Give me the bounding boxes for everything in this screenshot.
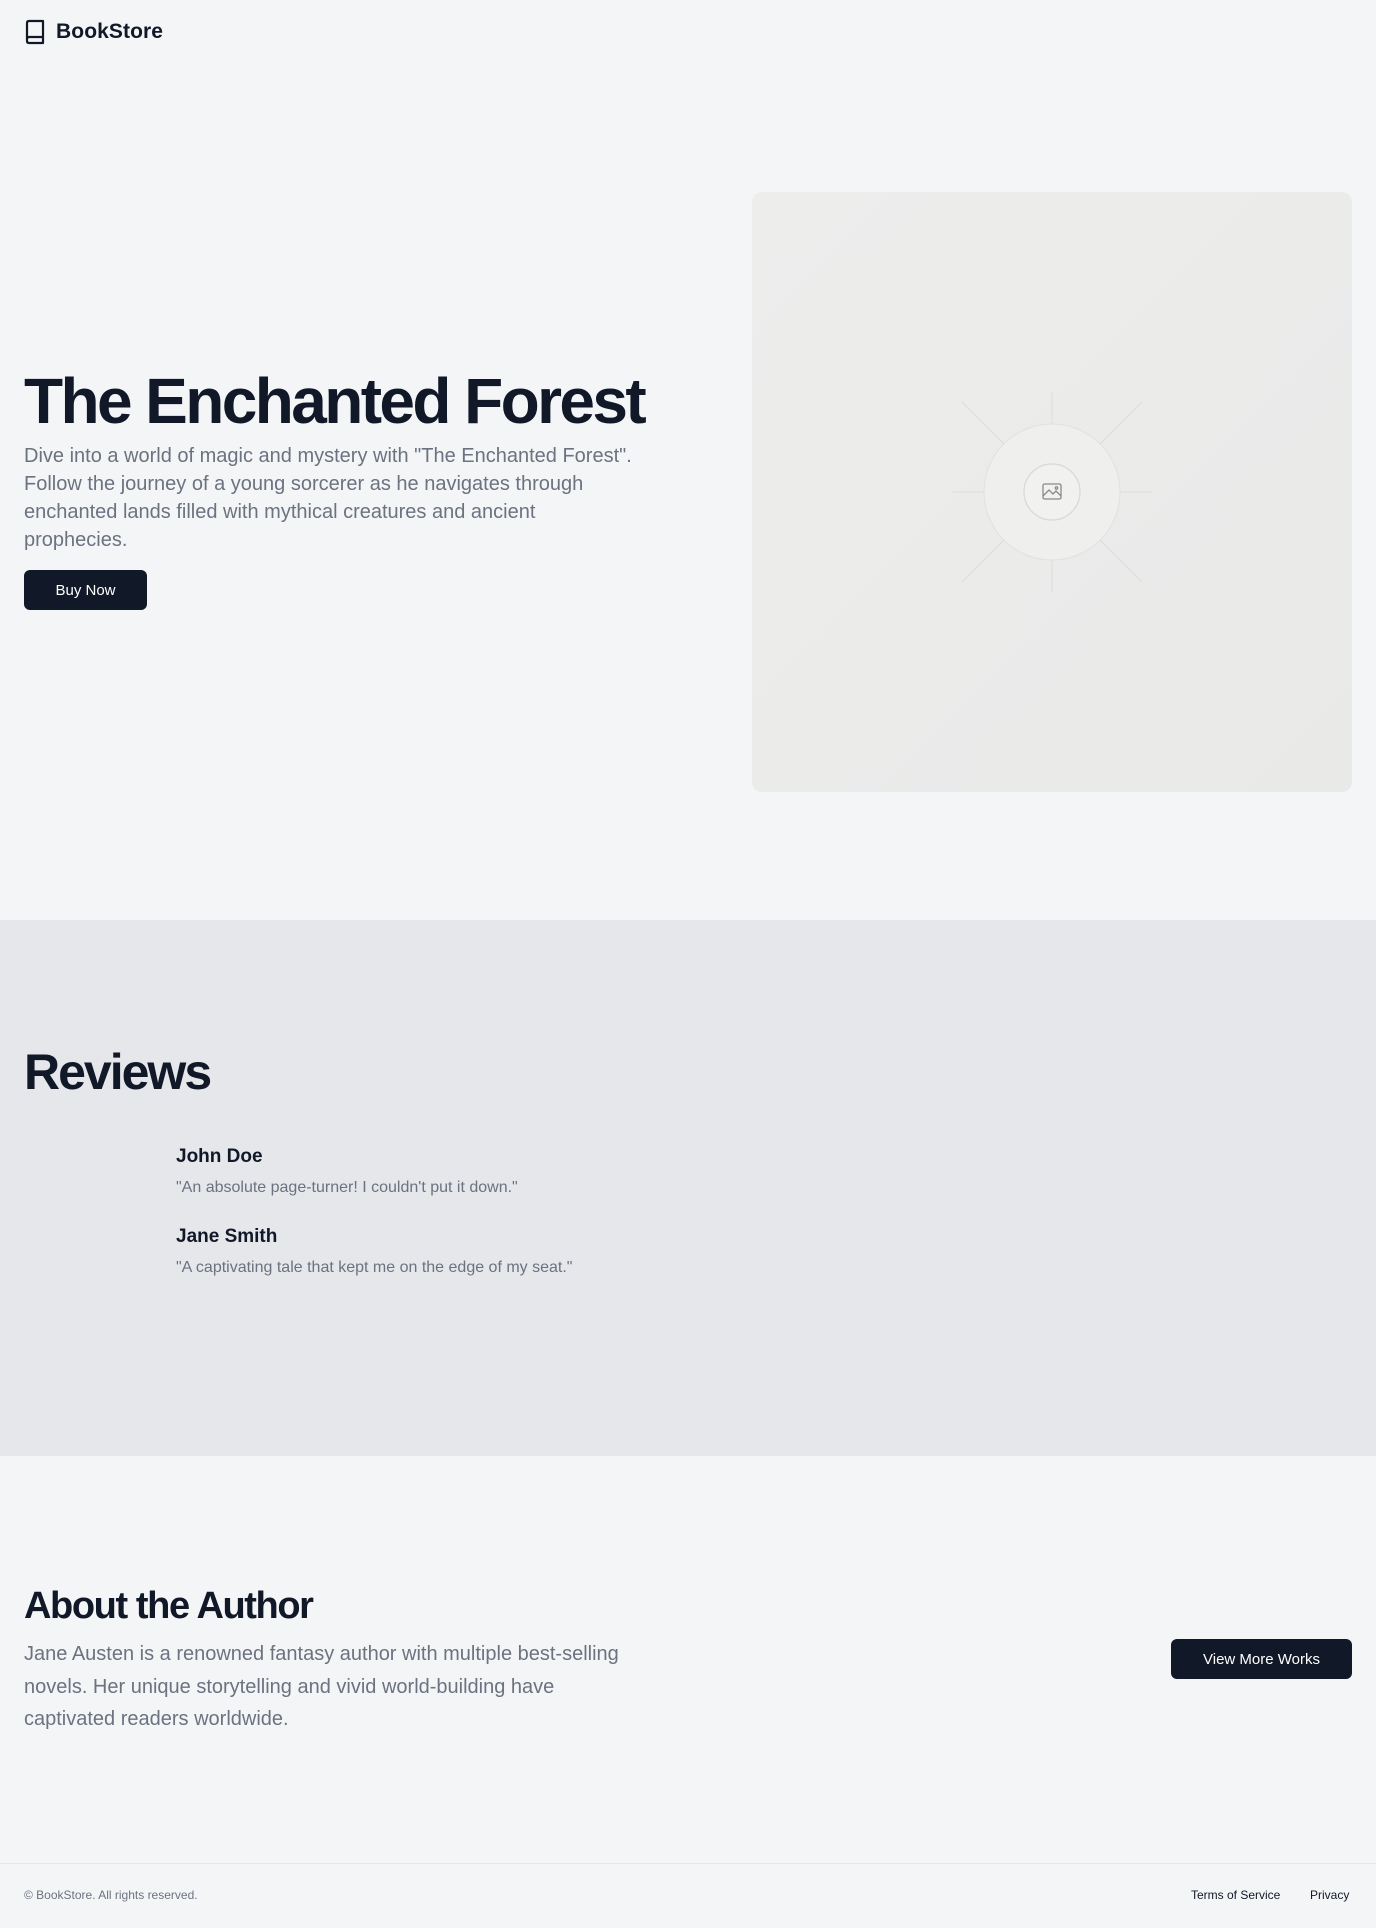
review-item: John Doe "An absolute page-turner! I cou…: [176, 1146, 518, 1197]
site-footer: © BookStore. All rights reserved. Terms …: [0, 1863, 1376, 1928]
site-header: BookStore: [24, 18, 163, 46]
about-heading: About the Author: [24, 1585, 314, 1627]
book-icon: [24, 19, 46, 45]
review-item: Jane Smith "A captivating tale that kept…: [176, 1226, 572, 1277]
book-cover-image: [752, 192, 1352, 792]
author-bio: Jane Austen is a renowned fantasy author…: [24, 1643, 619, 1730]
brand-link[interactable]: BookStore: [56, 20, 163, 44]
terms-of-service-link[interactable]: Terms of Service: [1191, 1888, 1280, 1902]
buy-now-button[interactable]: Buy Now: [24, 570, 147, 610]
view-more-works-button[interactable]: View More Works: [1171, 1639, 1352, 1679]
privacy-link[interactable]: Privacy: [1310, 1888, 1349, 1902]
book-title: The Enchanted Forest: [24, 365, 647, 437]
review-text: "A captivating tale that kept me on the …: [176, 1259, 573, 1276]
review-text: "An absolute page-turner! I couldn't put…: [176, 1179, 518, 1196]
reviewer-name: Jane Smith: [176, 1226, 278, 1247]
reviews-section: Reviews John Doe "An absolute page-turne…: [0, 920, 1376, 1456]
copyright-text: © BookStore. All rights reserved.: [24, 1888, 198, 1902]
image-placeholder-icon: [952, 392, 1152, 592]
book-description: Dive into a world of magic and mystery w…: [24, 445, 632, 551]
reviewer-name: John Doe: [176, 1146, 263, 1167]
reviews-heading: Reviews: [24, 1044, 212, 1100]
